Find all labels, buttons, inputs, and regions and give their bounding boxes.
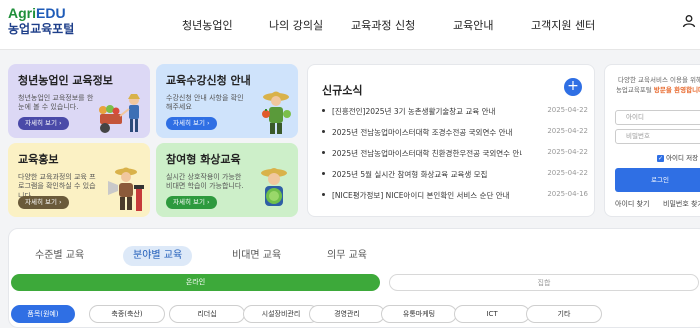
news-item-title: 2025년 전남농업마이스터대학 친환경한우전공 국외연수 안내 [332, 149, 522, 158]
login-guide-highlight: 방문을 환영합니다 [653, 85, 700, 94]
news-item-date: 2025-04-22 [547, 169, 588, 177]
news-item-title: 2025년 5월 실시간 참여형 화상교육 교육생 모집 [332, 170, 488, 179]
news-item[interactable]: [진흥전인]2025년 3기 농촌생활기술창교 교육 안내 2025-04-22 [322, 105, 588, 119]
save-id-label: 아이디 저장 [666, 154, 699, 162]
bullet-icon [322, 172, 325, 175]
login-guide-text: 다양한 교육서비스 이용을 위해 농업교육포털 방문을 환영합니다 [615, 76, 700, 96]
news-item-title: [진흥전인]2025년 3기 농촌생활기술창교 교육 안내 [332, 107, 496, 116]
card-title: 교육수강신청 안내 [166, 74, 251, 87]
nav-customer-support[interactable]: 고객지원 센터 [531, 17, 595, 33]
card-description: 실시간 상호작용이 가능한 비대면 학습이 가능합니다. [166, 173, 244, 191]
news-item[interactable]: 2025년 전남농업마이스터대학 조경수전공 국외연수 안내 2025-04-22 [322, 126, 588, 140]
login-guide-line-2: 농업교육포털 [615, 85, 652, 94]
card-education-promotion[interactable]: 교육홍보 다양한 교육과정의 교육 프로그램을 확인하실 수 있습니다. 자세히… [8, 143, 150, 217]
card-detail-button[interactable]: 자세히 보기 › [166, 196, 217, 209]
tab-mandatory-education[interactable]: 의무 교육 [327, 246, 367, 266]
login-panel: 다양한 교육서비스 이용을 위해 농업교육포털 방문을 환영합니다 아이디 비밀… [604, 64, 700, 217]
card-detail-button[interactable]: 자세히 보기 › [166, 117, 217, 130]
chip-ict[interactable]: ICT [454, 305, 530, 323]
mode-offline-button[interactable]: 집합 [389, 274, 699, 291]
tab-level-education[interactable]: 수준별 교육 [35, 246, 84, 266]
bullet-icon [322, 151, 325, 154]
card-detail-button[interactable]: 자세히 보기 › [18, 117, 69, 130]
chip-facility-management[interactable]: 시설장비관리 [243, 305, 319, 323]
news-item[interactable]: 2025년 전남농업마이스터대학 친환경한우전공 국외연수 안내 2025-04-… [322, 147, 588, 161]
checkbox-checked-icon: ✓ [657, 154, 664, 162]
tab-field-education[interactable]: 분야별 교육 [123, 246, 193, 266]
news-item-date: 2025-04-22 [547, 148, 588, 156]
logo-brand-agri: Agri [8, 5, 36, 21]
nav-course-application[interactable]: 교육과정 신청 [351, 17, 415, 33]
card-description: 청년농업인 교육정보를 한 눈에 볼 수 있습니다. [18, 94, 94, 112]
nav-education-guide[interactable]: 교육안내 [453, 17, 493, 33]
news-item-title: [NICE평가정보] NICE아이디 본인확인 서비스 순단 안내 [332, 191, 510, 200]
find-id-link[interactable]: 아이디 찾기 [615, 199, 649, 209]
bullet-icon [322, 109, 325, 112]
chip-etc[interactable]: 기타 [526, 305, 602, 323]
chip-business-management[interactable]: 경영관리 [309, 305, 385, 323]
nav-my-classroom[interactable]: 나의 강의실 [269, 17, 323, 33]
id-input[interactable]: 아이디 [615, 110, 700, 125]
news-item-title: 2025년 전남농업마이스터대학 조경수전공 국외연수 안내 [332, 128, 513, 137]
farmer-wheelbarrow-icon [99, 94, 140, 133]
card-participatory-video-education[interactable]: 참여형 화상교육 실시간 상호작용이 가능한 비대면 학습이 가능합니다. 자세… [156, 143, 298, 217]
login-button[interactable]: 로그인 [615, 168, 700, 192]
card-description: 수강신청 안내 사항을 확인해주세요 [166, 94, 244, 112]
site-header: AgriEDU 농업교육포털 청년농업인 나의 강의실 교육과정 신청 교육안내… [0, 0, 700, 50]
password-input[interactable]: 비밀번호 [615, 129, 700, 144]
news-panel: 신규소식 + [진흥전인]2025년 3기 농촌생활기술창교 교육 안내 2025… [307, 64, 595, 217]
bullet-icon [322, 130, 325, 133]
news-title: 신규소식 [322, 84, 363, 97]
logo-portal-name: 농업교육포털 [8, 22, 75, 36]
find-password-link[interactable]: 비밀번호 찾기 [663, 199, 700, 209]
card-young-farmer-info[interactable]: 청년농업인 교육정보 청년농업인 교육정보를 한 눈에 볼 수 있습니다. 자세… [8, 64, 150, 138]
chip-distribution-marketing[interactable]: 유통마케팅 [381, 305, 457, 323]
chip-livestock[interactable]: 축종(축산) [89, 305, 165, 323]
nav-young-farmers[interactable]: 청년농업인 [182, 17, 233, 33]
site-logo[interactable]: AgriEDU 농업교육포털 [8, 6, 74, 35]
news-item-date: 2025-04-22 [547, 106, 588, 114]
bullet-icon [322, 193, 325, 196]
card-course-registration-guide[interactable]: 교육수강신청 안내 수강신청 안내 사항을 확인해주세요 자세히 보기 › [156, 64, 298, 138]
logo-brand-edu: EDU [36, 5, 66, 21]
news-item[interactable]: [NICE평가정보] NICE아이디 본인확인 서비스 순단 안내 2025-04… [322, 189, 588, 203]
farmer-with-cabbage-icon [261, 168, 287, 206]
news-item-date: 2025-04-16 [547, 190, 588, 198]
card-detail-button[interactable]: 자세히 보기 › [18, 196, 69, 209]
news-more-plus-icon[interactable]: + [564, 78, 582, 96]
user-icon[interactable] [682, 14, 696, 28]
chip-horticulture[interactable]: 품목(원예) [11, 305, 75, 323]
news-item-date: 2025-04-22 [547, 127, 588, 135]
farmer-holding-vegetables-icon [262, 91, 291, 134]
card-title: 청년농업인 교육정보 [18, 74, 113, 87]
mode-online-button[interactable]: 온라인 [11, 274, 380, 291]
education-category-panel: 수준별 교육 분야별 교육 비대면 교육 의무 교육 온라인 집합 품목(원예)… [8, 228, 700, 328]
tab-online-education[interactable]: 비대면 교육 [232, 246, 281, 266]
save-id-checkbox[interactable]: ✓ 아이디 저장 [657, 152, 698, 162]
news-item[interactable]: 2025년 5월 실시간 참여형 화상교육 교육생 모집 2025-04-22 [322, 168, 588, 182]
chip-leadership[interactable]: 리더십 [169, 305, 245, 323]
login-guide-line-1: 다양한 교육서비스 이용을 위해 [618, 76, 700, 84]
farmer-with-megaphone-icon [108, 167, 144, 211]
